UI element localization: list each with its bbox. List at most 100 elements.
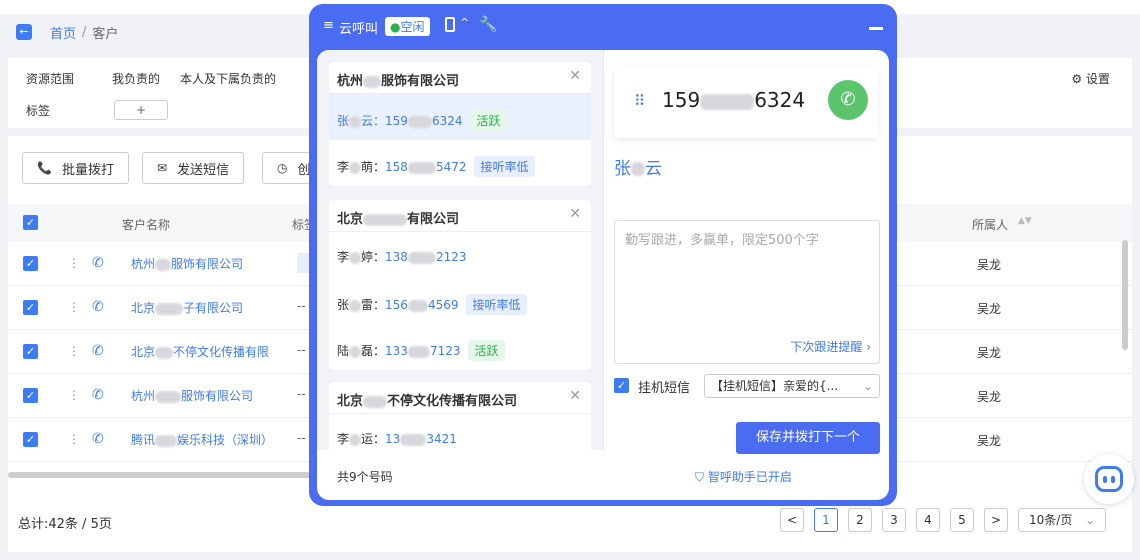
contact-phone: 156: [385, 298, 408, 312]
follow-up-note-input[interactable]: 勤写跟进，多赢单，限定500个字 下次跟进提醒 ›: [614, 220, 880, 364]
contact-item[interactable]: 张雷：156 4569 接听率低: [329, 278, 591, 324]
tag-value: --: [297, 387, 306, 401]
horizontal-scrollbar[interactable]: [8, 472, 328, 478]
page-5-button[interactable]: 5: [950, 508, 974, 532]
contact-phone: 7123: [429, 344, 461, 358]
settings-label: 设置: [1085, 72, 1110, 86]
redaction: [407, 161, 436, 174]
clock-icon: ◷: [277, 161, 288, 175]
page-4-button[interactable]: 4: [916, 508, 940, 532]
row-checkbox[interactable]: ✓: [23, 344, 38, 359]
scope-option-subordinates[interactable]: 本人及下属负责的: [180, 70, 276, 87]
tag-label: 标签: [26, 103, 51, 118]
prev-page-button[interactable]: <: [780, 508, 804, 532]
row-checkbox[interactable]: ✓: [23, 256, 38, 271]
contact-item[interactable]: 李婷：138 2123: [329, 232, 591, 278]
more-icon[interactable]: ⋮: [68, 388, 80, 402]
phone-icon: 📞: [37, 161, 52, 175]
redaction: [349, 345, 362, 358]
add-tag-button[interactable]: +: [114, 100, 168, 120]
phone-icon[interactable]: ✆: [92, 255, 104, 271]
close-icon[interactable]: ✕: [569, 68, 581, 84]
phone-icon[interactable]: ✆: [92, 299, 104, 315]
page-1-button[interactable]: 1: [814, 508, 838, 532]
company-name-part: 服饰有限公司: [381, 74, 460, 89]
contact-phone: 5472: [435, 160, 467, 174]
customer-name[interactable]: 北京 不停文化传播有限: [131, 343, 269, 360]
breadcrumb-home[interactable]: 首页: [50, 23, 76, 42]
wrench-icon[interactable]: 🔧: [479, 15, 498, 33]
column-owner[interactable]: 所属人: [972, 216, 1008, 233]
company-name-part: 不停文化传播有限公司: [387, 394, 518, 409]
redaction: [349, 433, 362, 446]
sort-icon[interactable]: ▲▼: [1018, 216, 1032, 226]
vertical-scrollbar[interactable]: [1122, 240, 1128, 350]
contact-name-part: 张: [614, 159, 631, 179]
activity-badge: 活跃: [468, 340, 505, 361]
more-icon[interactable]: ⋮: [68, 432, 80, 446]
row-checkbox[interactable]: ✓: [23, 300, 38, 315]
owner: 吴龙: [977, 390, 1002, 404]
hangup-sms-label: 挂机短信: [638, 381, 691, 396]
contact-item[interactable]: 李萌：158 5472 接听率低: [329, 140, 591, 186]
call-button[interactable]: ✆: [828, 80, 868, 120]
contact-name: 运：: [361, 432, 386, 446]
contact-phone: 138: [385, 250, 408, 264]
chevron-up-icon[interactable]: ^: [460, 16, 469, 29]
menu-icon[interactable]: ≡: [323, 18, 334, 33]
contact-name: 雷：: [361, 298, 386, 312]
sms-template-select[interactable]: 【挂机短信】亲爱的{... ⌄: [704, 374, 880, 398]
customer-name[interactable]: 腾讯 娱乐科技（深圳）: [131, 431, 273, 448]
customer-name[interactable]: 杭州 服饰有限公司: [131, 387, 253, 404]
assistant-status[interactable]: ⛉ 智呼助手已开启: [695, 468, 792, 485]
phone-icon[interactable]: ✆: [92, 343, 104, 359]
batch-dial-button[interactable]: 📞 批量拨打: [22, 152, 129, 184]
back-arrow-icon[interactable]: ←: [16, 24, 32, 40]
phone-icon[interactable]: ✆: [92, 387, 104, 403]
redaction: [407, 251, 436, 264]
hangup-sms-checkbox[interactable]: ✓: [614, 378, 629, 393]
gear-icon: ⚙: [1071, 72, 1083, 86]
robot-assistant-icon[interactable]: [1084, 454, 1134, 504]
status-badge[interactable]: ●空闲: [385, 17, 430, 36]
owner: 吴龙: [977, 258, 1002, 272]
close-icon[interactable]: ✕: [569, 206, 581, 222]
company-card: 北京 不停文化传播有限公司 ✕ 李运：13 3421: [329, 382, 591, 450]
redaction: [155, 434, 178, 447]
row-checkbox[interactable]: ✓: [23, 432, 38, 447]
owner: 吴龙: [977, 434, 1002, 448]
mobile-device-icon[interactable]: [445, 17, 455, 32]
dialer-body: 杭州 服饰有限公司 ✕ 张云：159 6324 活跃 李萌：158 5472 接听率低 北京…: [317, 50, 889, 500]
contact-phone: 4569: [427, 298, 459, 312]
page-2-button[interactable]: 2: [848, 508, 872, 532]
company-name: 北京 不停文化传播有限公司 ✕: [329, 382, 591, 414]
more-icon[interactable]: ⋮: [68, 300, 80, 314]
contact-item[interactable]: 陆磊：133 7123 活跃: [329, 324, 591, 370]
answer-rate-badge: 接听率低: [474, 156, 535, 177]
send-sms-button[interactable]: ✉ 发送短信: [142, 152, 245, 184]
phone-icon[interactable]: ✆: [92, 431, 104, 447]
breadcrumb-current: 客户: [92, 26, 119, 42]
more-icon[interactable]: ⋮: [68, 344, 80, 358]
settings-button[interactable]: ⚙ 设置: [1071, 70, 1110, 87]
page-3-button[interactable]: 3: [882, 508, 906, 532]
contact-item[interactable]: 张云：159 6324 活跃: [329, 94, 591, 140]
customer-name[interactable]: 杭州 服饰有限公司: [131, 255, 243, 272]
next-reminder-link[interactable]: 下次跟进提醒 ›: [790, 338, 871, 355]
current-contact-name: 张云: [614, 154, 662, 179]
tag-value: --: [297, 343, 306, 357]
row-checkbox[interactable]: ✓: [23, 388, 38, 403]
call-detail-pane: ⠿ 159 6324 ✆ 张云 勤写跟进，多赢单，限定500个字 下次跟进提醒 ›…: [604, 50, 889, 454]
close-icon[interactable]: ✕: [569, 388, 581, 404]
customer-name-part: 服饰有限公司: [171, 257, 244, 271]
dialer-title: 云呼叫: [339, 22, 379, 37]
contact-item[interactable]: 李运：13 3421: [329, 414, 591, 450]
select-all-checkbox[interactable]: ✓: [23, 215, 38, 230]
more-icon[interactable]: ⋮: [68, 256, 80, 270]
customer-name[interactable]: 北京 子有限公司: [131, 299, 243, 316]
page-size-select[interactable]: 10条/页 ⌄: [1018, 508, 1106, 532]
lead-list: 杭州 服饰有限公司 ✕ 张云：159 6324 活跃 李萌：158 5472 接听率低 北京…: [317, 50, 603, 450]
next-page-button[interactable]: >: [984, 508, 1008, 532]
scope-option-mine[interactable]: 我负责的: [112, 70, 160, 87]
minimize-icon[interactable]: [869, 27, 883, 30]
